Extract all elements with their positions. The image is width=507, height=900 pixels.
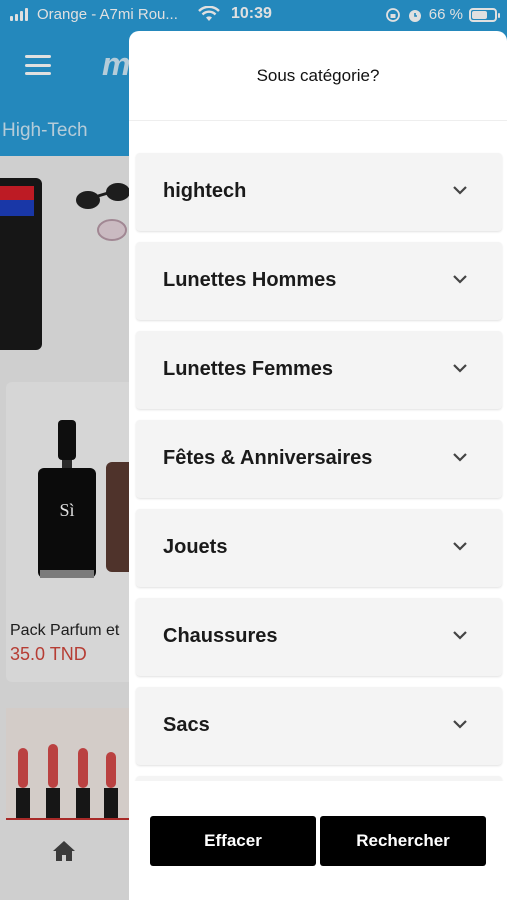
chevron-down-icon (453, 542, 467, 551)
subcategory-list: hightech Lunettes Hommes Lunettes Femmes… (136, 153, 502, 865)
chevron-down-icon (453, 275, 467, 284)
subcategory-item-lunettes-hommes[interactable]: Lunettes Hommes (136, 242, 502, 320)
clear-button[interactable]: Effacer (150, 816, 316, 866)
subcategory-item-jouets[interactable]: Jouets (136, 509, 502, 587)
chevron-down-icon (453, 631, 467, 640)
subcategory-label: hightech (163, 180, 247, 202)
subcategory-item-hightech[interactable]: hightech (136, 153, 502, 231)
subcategory-item-fetes[interactable]: Fêtes & Anniversaires (136, 420, 502, 498)
subcategory-item-lunettes-femmes[interactable]: Lunettes Femmes (136, 331, 502, 409)
subcategory-label: Chaussures (163, 625, 278, 647)
subcategory-label: Lunettes Hommes (163, 269, 337, 291)
subcategory-item-chaussures[interactable]: Chaussures (136, 598, 502, 676)
subcategory-label: Lunettes Femmes (163, 358, 334, 380)
chevron-down-icon (453, 186, 467, 195)
drawer-header: Sous catégorie? (129, 31, 507, 121)
chevron-down-icon (453, 364, 467, 373)
drawer-title: Sous catégorie? (256, 65, 380, 85)
subcategory-label: Jouets (163, 536, 228, 558)
subcategory-drawer: Sous catégorie? hightech Lunettes Hommes… (129, 31, 507, 900)
chevron-down-icon (453, 720, 467, 729)
subcategory-label: Fêtes & Anniversaires (163, 447, 373, 469)
chevron-down-icon (453, 453, 467, 462)
subcategory-item-sacs[interactable]: Sacs (136, 687, 502, 765)
search-button[interactable]: Rechercher (320, 816, 486, 866)
drawer-footer: Effacer Rechercher (129, 781, 507, 900)
subcategory-label: Sacs (163, 714, 210, 736)
